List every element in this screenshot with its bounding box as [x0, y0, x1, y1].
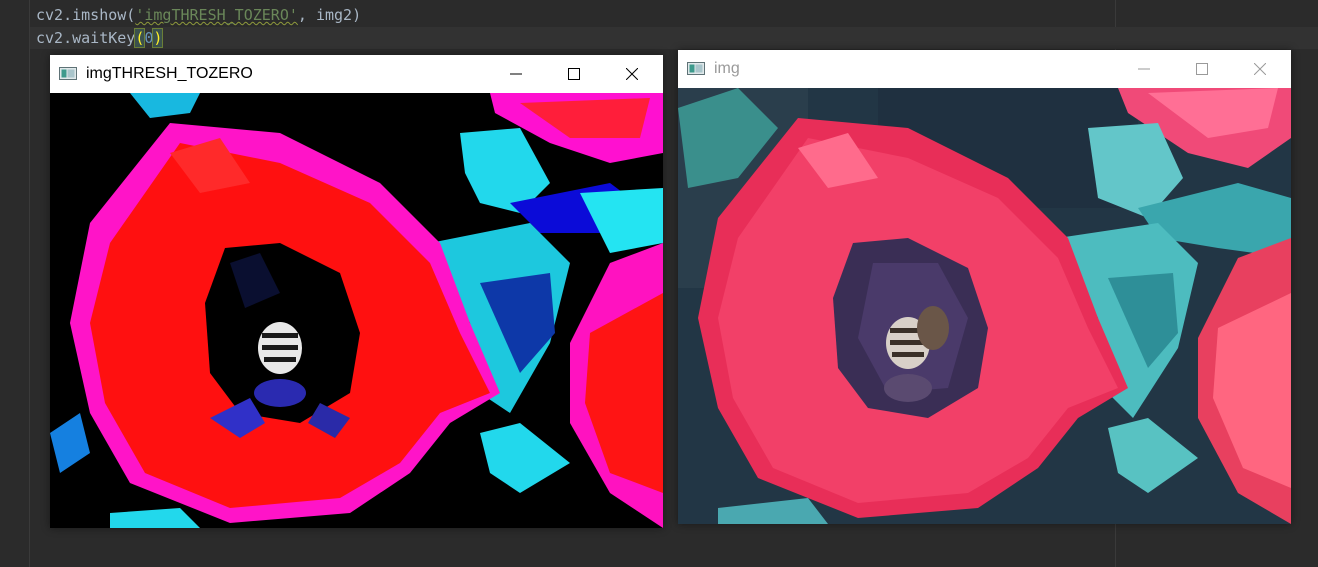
maximize-button[interactable] [551, 55, 597, 93]
code-token: cv2.waitKey [36, 29, 136, 47]
window-image-canvas[interactable] [678, 88, 1291, 524]
window-image-canvas[interactable] [50, 93, 663, 528]
opencv-window-icon [59, 67, 77, 80]
minimize-button[interactable] [493, 55, 539, 93]
maximize-button[interactable] [1179, 50, 1225, 88]
window-title: img [714, 60, 740, 77]
minimize-icon [1138, 68, 1150, 70]
maximize-icon [1196, 63, 1208, 75]
gutter-divider [29, 0, 30, 567]
maximize-icon [568, 68, 580, 80]
code-string-token: 'imgTHRESH_TOZERO' [135, 6, 298, 24]
opencv-window-icon [687, 62, 705, 75]
window-titlebar[interactable]: img [678, 50, 1291, 88]
window-title: imgTHRESH_TOZERO [86, 65, 253, 82]
close-button[interactable] [609, 55, 655, 93]
code-token: , img2) [297, 6, 362, 24]
minimize-button[interactable] [1121, 50, 1167, 88]
minimize-icon [510, 73, 522, 75]
close-button[interactable] [1237, 50, 1283, 88]
thresholded-tulip-image [50, 93, 663, 528]
matched-paren: ) [152, 28, 164, 48]
window-img[interactable]: img [678, 50, 1291, 524]
code-line-imshow[interactable]: cv2.imshow('imgTHRESH_TOZERO', img2) [36, 4, 361, 26]
code-token: cv2.imshow( [36, 6, 136, 24]
window-imgthresh-tozero[interactable]: imgTHRESH_TOZERO [50, 55, 663, 528]
close-icon [626, 68, 638, 80]
original-tulip-image [678, 88, 1291, 524]
code-line-waitkey[interactable]: cv2.waitKey(0) [30, 27, 1318, 49]
window-titlebar[interactable]: imgTHRESH_TOZERO [50, 55, 663, 93]
close-icon [1254, 63, 1266, 75]
